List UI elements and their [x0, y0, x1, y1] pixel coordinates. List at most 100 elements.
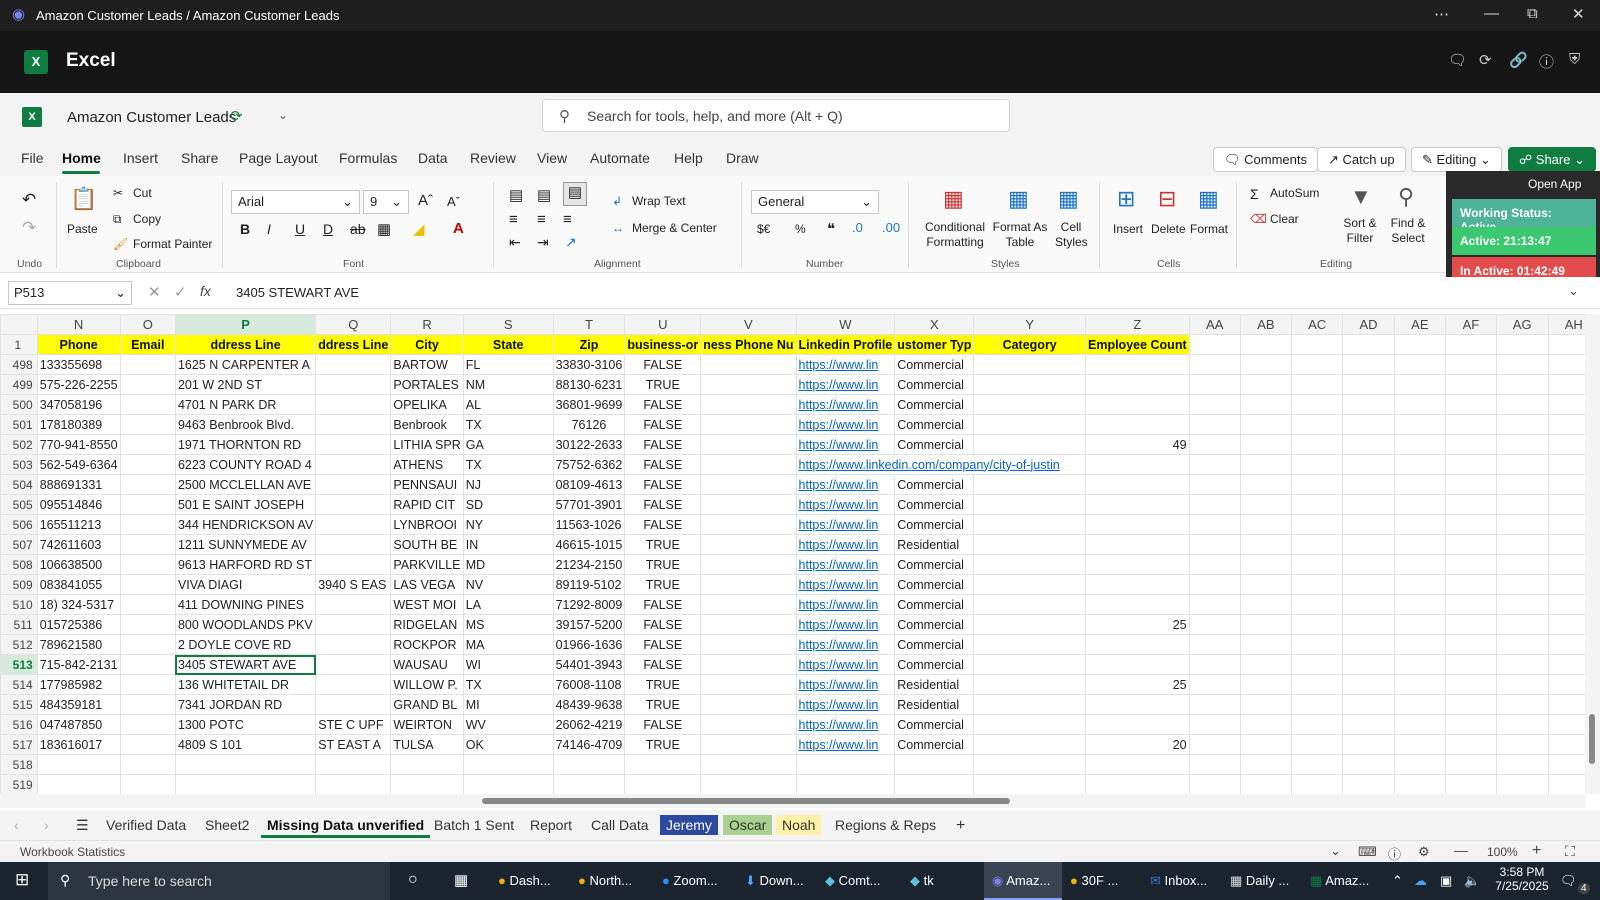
cell-bphone[interactable]	[700, 774, 797, 794]
empty-cell[interactable]	[1444, 634, 1497, 655]
cell-bphone[interactable]	[700, 554, 797, 575]
cell-emp[interactable]	[1085, 374, 1190, 395]
cell-email[interactable]	[119, 474, 176, 495]
column-header[interactable]: AB	[1239, 314, 1292, 335]
cell-state[interactable]: GA	[462, 434, 554, 455]
empty-cell[interactable]	[1495, 414, 1549, 435]
cell-addr1[interactable]: 7341 JORDAN RD	[174, 694, 317, 715]
cell-bphone[interactable]	[700, 434, 797, 455]
cell-styles-button[interactable]: Cell Styles	[1055, 220, 1088, 250]
cell-state[interactable]: NY	[462, 514, 554, 535]
empty-cell[interactable]	[1393, 714, 1446, 735]
empty-cell[interactable]	[1444, 334, 1497, 355]
cell-type[interactable]: Commercial	[894, 494, 975, 515]
empty-cell[interactable]	[1444, 734, 1497, 755]
insert-cells-button[interactable]: Insert	[1113, 222, 1143, 236]
cell-email[interactable]	[119, 654, 176, 675]
cell-li[interactable]: https://www.lin	[795, 594, 896, 615]
cell-state[interactable]: OK	[462, 734, 554, 755]
cell-li[interactable]: https://www.lin	[795, 354, 896, 375]
tab-file[interactable]: File	[21, 150, 44, 166]
info-icon[interactable]: ⓘ	[1539, 51, 1554, 72]
empty-cell[interactable]	[1290, 394, 1344, 415]
row-header[interactable]: 499	[0, 374, 38, 395]
cell-city[interactable]: TULSA	[390, 734, 464, 755]
empty-cell[interactable]	[1393, 674, 1446, 695]
cell-state[interactable]: NM	[462, 374, 554, 395]
cell-li[interactable]: https://www.lin	[795, 554, 896, 575]
empty-cell[interactable]	[1342, 754, 1395, 775]
sheet-tab[interactable]: Call Data	[585, 815, 655, 835]
select-all-corner[interactable]	[0, 314, 38, 335]
taskbar-app[interactable]: ✉ Inbox...	[1150, 873, 1207, 889]
enter-icon[interactable]: ✓	[174, 283, 187, 301]
cell-emp[interactable]	[1085, 474, 1190, 495]
empty-cell[interactable]	[1393, 534, 1446, 555]
empty-cell[interactable]	[1290, 614, 1344, 635]
cell-li[interactable]: https://www.lin	[795, 654, 896, 675]
decrease-font-icon[interactable]: Aˇ	[447, 194, 460, 209]
row-header[interactable]: 511	[0, 614, 38, 635]
decrease-indent-icon[interactable]: ⇤	[509, 234, 521, 251]
empty-cell[interactable]	[1188, 554, 1241, 575]
chevron-down-icon[interactable]: ⌄	[278, 108, 288, 122]
align-left-icon[interactable]: ≡	[509, 211, 518, 228]
row-header[interactable]: 501	[0, 414, 38, 435]
volume-icon[interactable]: 🔈	[1464, 873, 1480, 889]
cell-biz[interactable]: FALSE	[624, 414, 702, 435]
cell-addr2[interactable]	[315, 374, 392, 395]
cell-biz[interactable]: TRUE	[624, 674, 702, 695]
cell-addr1[interactable]: 6223 COUNTY ROAD 4	[174, 454, 317, 475]
autosum-icon[interactable]: Σ	[1250, 186, 1259, 202]
cell-addr2[interactable]	[315, 454, 392, 475]
cell-addr2[interactable]	[315, 654, 392, 675]
empty-cell[interactable]	[1239, 554, 1292, 575]
empty-cell[interactable]	[1239, 634, 1292, 655]
cell-type[interactable]	[894, 774, 975, 794]
empty-cell[interactable]	[1188, 354, 1241, 375]
cell-addr1[interactable]: 501 E SAINT JOSEPH	[174, 494, 317, 515]
empty-cell[interactable]	[1495, 654, 1549, 675]
restore-icon[interactable]: ⧉	[1527, 5, 1538, 22]
tab-share[interactable]: Share	[181, 150, 218, 166]
column-header[interactable]: Y	[973, 314, 1086, 335]
empty-cell[interactable]	[1188, 514, 1241, 535]
empty-cell[interactable]	[1239, 654, 1292, 675]
cell-biz[interactable]	[624, 774, 702, 794]
sheet-tab[interactable]: Batch 1 Sent	[428, 815, 520, 835]
empty-cell[interactable]	[1290, 594, 1344, 615]
empty-cell[interactable]	[1290, 554, 1344, 575]
cell-phone[interactable]: 770-941-8550	[36, 434, 121, 455]
empty-cell[interactable]	[1239, 474, 1292, 495]
cell-email[interactable]	[119, 694, 176, 715]
tab-help[interactable]: Help	[674, 150, 703, 166]
cell-bphone[interactable]	[700, 514, 797, 535]
italic-icon[interactable]: I	[267, 221, 271, 237]
cell-bphone[interactable]	[700, 634, 797, 655]
cell-phone[interactable]: 083841055	[36, 574, 121, 595]
cell-city[interactable]: WEIRTON	[390, 714, 464, 735]
empty-cell[interactable]	[1239, 394, 1292, 415]
empty-cell[interactable]	[1444, 614, 1497, 635]
cell-styles-icon[interactable]: ▦	[1058, 186, 1079, 212]
cell-li[interactable]: https://www.lin	[795, 394, 896, 415]
empty-cell[interactable]	[1188, 394, 1241, 415]
empty-cell[interactable]	[1342, 634, 1395, 655]
cell-bphone[interactable]	[700, 374, 797, 395]
cell-email[interactable]	[119, 574, 176, 595]
cell-bphone[interactable]	[700, 534, 797, 555]
cell-phone[interactable]: 165511213	[36, 514, 121, 535]
column-header[interactable]: V	[700, 314, 797, 335]
clock[interactable]: 3:58 PM 7/25/2025	[1492, 865, 1552, 893]
cell-type[interactable]: Commercial	[894, 594, 975, 615]
cell-phone[interactable]: 484359181	[36, 694, 121, 715]
cell-state[interactable]	[462, 774, 554, 794]
cell-addr2[interactable]	[315, 514, 392, 535]
align-top-icon[interactable]: ▤	[509, 186, 523, 204]
empty-cell[interactable]	[1239, 454, 1292, 475]
empty-cell[interactable]	[1188, 534, 1241, 555]
header-cell[interactable]: ness Phone Nu	[700, 334, 797, 355]
cell-city[interactable]: PARKVILLE	[390, 554, 464, 575]
header-cell[interactable]: Email	[119, 334, 176, 355]
cell-addr2[interactable]	[315, 394, 392, 415]
